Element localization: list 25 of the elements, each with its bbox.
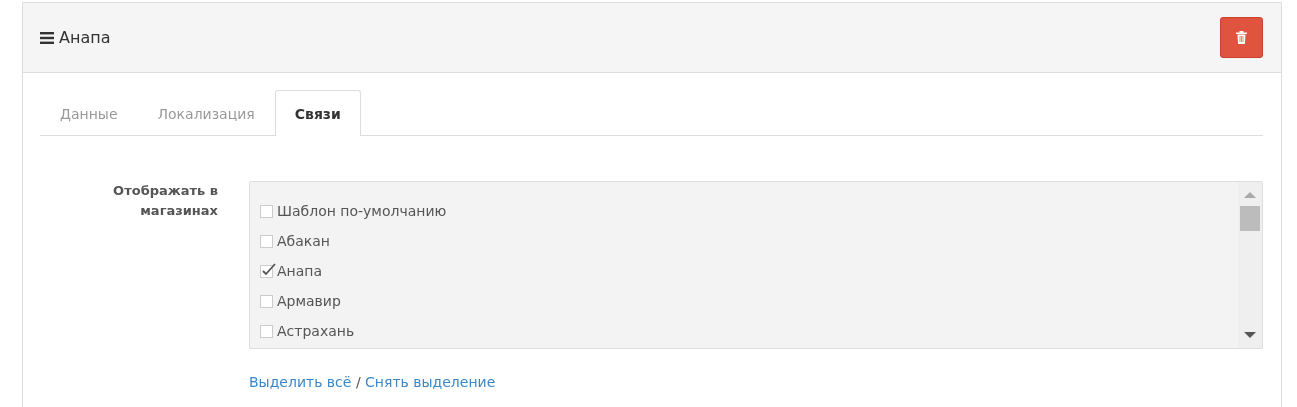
menu-icon: [40, 31, 54, 44]
tab[interactable]: Связи: [274, 90, 361, 136]
checkbox[interactable]: [260, 204, 273, 218]
field-label: Отображать в магазинах: [112, 182, 219, 220]
trash-icon: [1236, 31, 1247, 44]
store-name: Анапа: [277, 263, 323, 279]
store-name: Абакан: [277, 233, 330, 249]
panel-title: Анапа: [59, 28, 111, 47]
delete-button[interactable]: [1220, 17, 1263, 58]
store-name: Армавир: [277, 293, 341, 309]
scrollbar[interactable]: [1238, 182, 1262, 348]
store-name: Шаблон по-умолчанию: [277, 203, 447, 219]
scroll-down-icon[interactable]: [1244, 332, 1256, 338]
tab[interactable]: Локализация: [137, 90, 275, 136]
tab[interactable]: Данные: [40, 90, 138, 136]
checkbox[interactable]: [260, 264, 273, 278]
checkbox[interactable]: [260, 324, 273, 338]
checkbox[interactable]: [260, 294, 273, 308]
scroll-up-icon[interactable]: [1244, 192, 1256, 198]
store-name: Астрахань: [277, 323, 355, 339]
select-all-link[interactable]: Выделить всё: [249, 374, 352, 390]
scroll-thumb[interactable]: [1240, 206, 1260, 231]
deselect-all-link[interactable]: Снять выделение: [365, 374, 496, 390]
checkbox[interactable]: [260, 234, 273, 248]
separator: /: [355, 374, 361, 390]
